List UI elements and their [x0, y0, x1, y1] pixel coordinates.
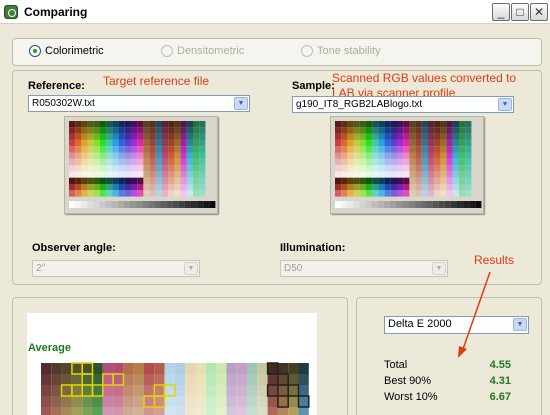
metric-value: Delta E 2000 — [388, 318, 452, 330]
window-title: Comparing — [24, 5, 88, 19]
sample-file-select[interactable]: g190_IT8_RGB2LABlogo.txt ▼ — [292, 96, 514, 113]
stat-value: 4.55 — [489, 359, 511, 371]
radio-dot-icon — [161, 45, 173, 57]
reference-file-value: R050302W.txt — [32, 98, 95, 109]
reference-label: Reference: — [28, 80, 85, 92]
radio-label: Colorimetric — [45, 45, 104, 57]
mode-selector: Colorimetric Densitometric Tone stabilit… — [12, 38, 542, 66]
title-bar: Comparing _ □ ✕ — [0, 0, 550, 24]
chevron-down-icon[interactable]: ▼ — [234, 97, 248, 110]
stat-value: 6.67 — [489, 391, 511, 403]
results-annotation: Results — [474, 253, 515, 267]
close-button[interactable]: ✕ — [530, 3, 548, 21]
chevron-down-icon[interactable]: ▼ — [184, 262, 198, 275]
annotation-arrow-icon — [458, 271, 491, 358]
sample-label: Sample: — [292, 80, 335, 92]
radio-label: Densitometric — [177, 45, 245, 57]
radio-dot-icon — [301, 45, 313, 57]
chevron-down-icon[interactable]: ▼ — [432, 262, 446, 275]
tone-stability-radio[interactable]: Tone stability — [301, 45, 381, 59]
chevron-down-icon[interactable]: ▼ — [498, 98, 512, 111]
reference-file-select[interactable]: R050302W.txt ▼ — [28, 95, 250, 112]
reference-annotation: Target reference file — [103, 74, 210, 88]
comparing-window: Comparing _ □ ✕ Colorimetric Densitometr… — [0, 0, 550, 415]
observer-angle-value: 2° — [36, 263, 46, 274]
illumination-select[interactable]: D50 ▼ — [280, 260, 448, 277]
observer-angle-label: Observer angle: — [32, 242, 116, 254]
colorimetric-radio[interactable]: Colorimetric — [29, 45, 104, 59]
densitometric-radio[interactable]: Densitometric — [161, 45, 244, 59]
stat-value: 4.31 — [489, 375, 511, 387]
difference-map-image — [27, 313, 317, 415]
minimize-button[interactable]: _ — [492, 3, 510, 21]
sample-target-image — [330, 116, 484, 214]
stat-total: Total 4.55 — [384, 359, 524, 373]
stat-label: Best 90% — [384, 375, 432, 387]
average-heading: Average — [28, 342, 72, 354]
maximize-button[interactable]: □ — [511, 3, 529, 21]
illumination-label: Illumination: — [280, 242, 346, 254]
radio-label: Tone stability — [317, 45, 381, 57]
sample-annotation-line1: Scanned RGB values converted to — [332, 71, 517, 85]
sample-file-value: g190_IT8_RGB2LABlogo.txt — [296, 99, 423, 110]
illumination-value: D50 — [284, 263, 303, 274]
radio-dot-icon — [29, 45, 41, 57]
app-icon — [4, 5, 18, 19]
it8-target-graphic — [335, 121, 482, 208]
stat-worst-10: Worst 10% 6.67 — [384, 391, 524, 405]
observer-angle-select[interactable]: 2° ▼ — [32, 260, 200, 277]
stat-label: Worst 10% — [384, 391, 438, 403]
difference-map-panel — [12, 297, 348, 415]
stat-best-90: Best 90% 4.31 — [384, 375, 524, 389]
reference-target-image — [64, 116, 218, 214]
difference-map-graphic — [41, 362, 310, 415]
stat-label: Total — [384, 359, 408, 371]
it8-target-graphic — [69, 121, 216, 208]
chevron-down-icon[interactable]: ▼ — [513, 318, 527, 331]
